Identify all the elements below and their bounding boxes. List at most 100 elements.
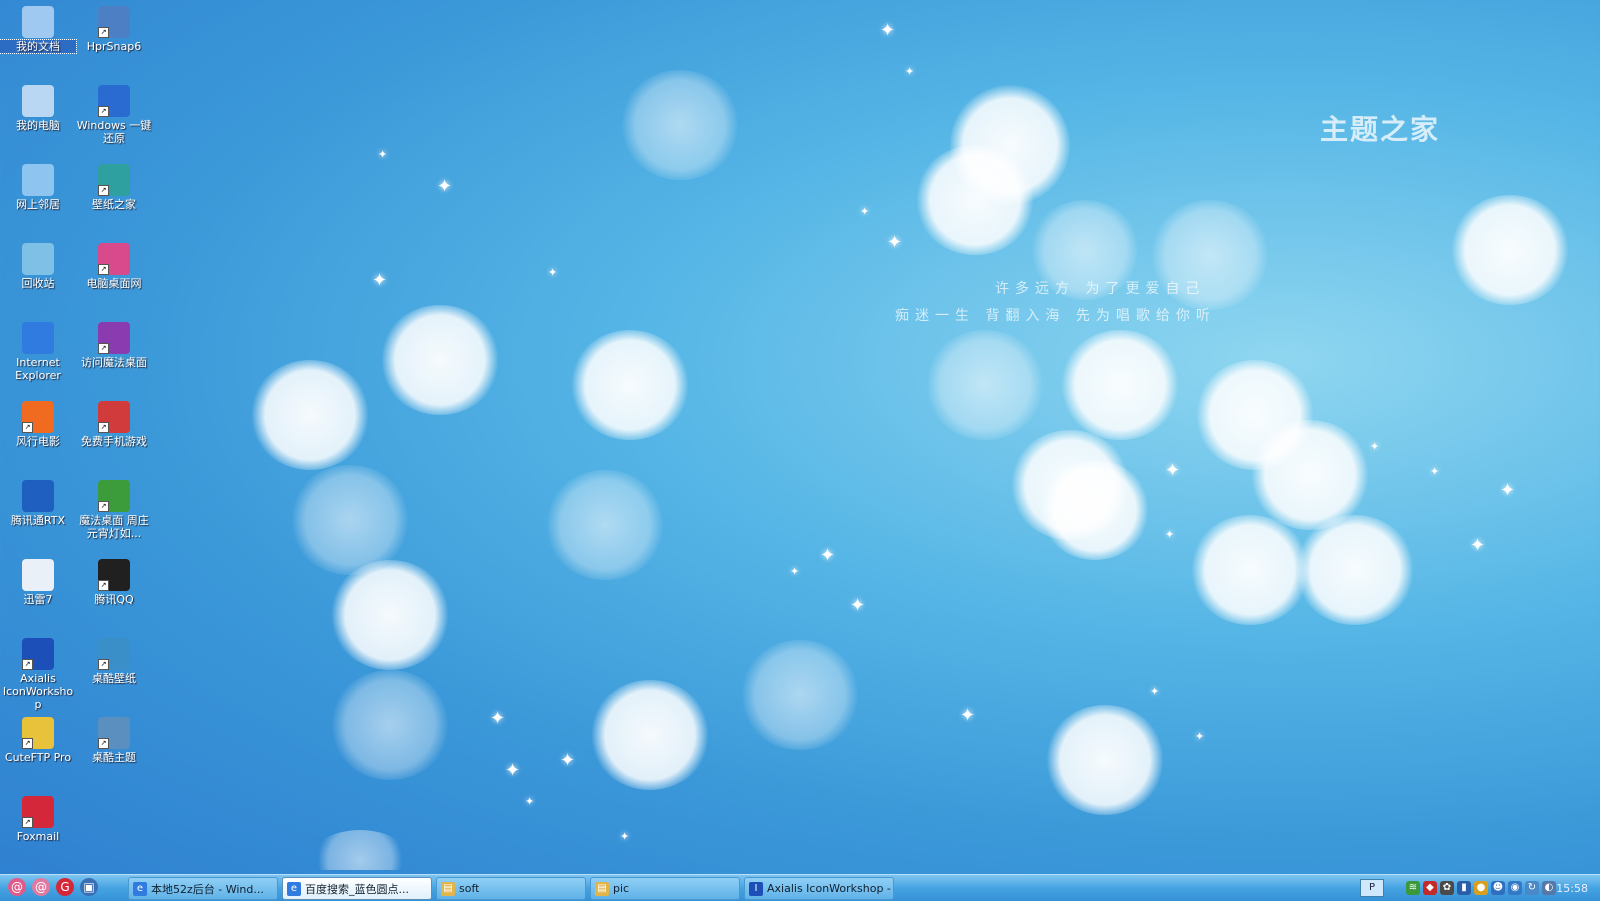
tray-qq-icon[interactable]: ● [1474,881,1488,895]
rtx-icon [22,480,54,512]
tray-shield-icon[interactable]: ◆ [1423,881,1437,895]
taskbar-button-label: 本地52z后台 - Wind... [151,882,264,896]
desktop-icon-label: 腾讯通RTX [10,514,66,527]
quick-launch-foxmail-quick-icon[interactable]: G [56,878,74,896]
taskbar-button[interactable]: ▤ soft [436,877,586,900]
quick-launch-spiral-icon[interactable]: @ [8,878,26,896]
folder-icon: ▤ [441,881,455,896]
tray-network-icon[interactable]: ≋ [1406,881,1420,895]
shortcut-arrow-icon: ↗ [22,659,33,670]
desktop-icon-restore[interactable]: ↗ Windows 一键还原 [76,83,152,145]
desktop-icon-desktop-site[interactable]: ↗ 电脑桌面网 [76,241,152,290]
desktop-icon-foxmail[interactable]: ↗ Foxmail [0,794,76,843]
taskbar-button-label: 百度搜索_蓝色圆点... [305,882,409,896]
tray-clock[interactable]: 15:58 [1556,882,1588,895]
desktop-icon-magic-desktop[interactable]: ↗ 魔法桌面 周庄元宵灯如... [76,478,152,540]
foxmail-icon: ↗ [22,796,54,828]
desktop-icon-thunder[interactable]: 迅雷7 [0,557,76,606]
desktop-icon-magic-hat[interactable]: ↗ 访问魔法桌面 [76,320,152,369]
wallpaper-brand-logo: 主题之家 [1320,113,1441,146]
desktop-icon-recycle-bin[interactable]: 回收站 [0,241,76,290]
desktop-icon-game[interactable]: ↗ 免费手机游戏 [76,399,152,448]
shortcut-arrow-icon: ↗ [98,106,109,117]
desktop-icon-zhuoku-theme[interactable]: ↗ 桌酷主题 [76,715,152,764]
shortcut-arrow-icon: ↗ [98,264,109,275]
taskbar-button[interactable]: e 百度搜索_蓝色圆点... [282,877,432,900]
taskbar-button-label: pic [613,882,630,895]
desktop-icon-label: Internet Explorer [15,356,61,382]
ie-icon [22,322,54,354]
magic-hat-icon: ↗ [98,322,130,354]
shortcut-arrow-icon: ↗ [98,501,109,512]
axialis-icon: I [749,881,763,896]
wallpaper-app-icon: ↗ [98,164,130,196]
desktop-icon-label: 电脑桌面网 [86,277,142,290]
quick-launch-spiral-icon[interactable]: @ [32,878,50,896]
desktop-icon-wallpaper-app[interactable]: ↗ 壁纸之家 [76,162,152,211]
magic-desktop-icon: ↗ [98,480,130,512]
taskbar-button[interactable]: I Axialis IconWorkshop - [744,877,894,900]
restore-icon: ↗ [98,85,130,117]
tray-volume-icon[interactable]: ◐ [1542,881,1556,895]
desktop-icon-label: 回收站 [21,277,55,290]
folder-icon: ▤ [595,881,609,896]
shortcut-arrow-icon: ↗ [98,185,109,196]
desktop-icon-label: 桌酷壁纸 [92,672,136,685]
taskbar-button-label: soft [459,882,480,895]
shortcut-arrow-icon: ↗ [22,422,33,433]
desktop-icon-folder[interactable]: 我的文档 [0,4,77,54]
ie-icon: e [287,881,301,896]
wallpaper-poem-line1: 许多远方 为了更爱自己 [995,281,1206,297]
tray-globe-icon[interactable]: ◉ [1508,881,1522,895]
shortcut-arrow-icon: ↗ [98,659,109,670]
tray-sync-icon[interactable]: ↻ [1525,881,1539,895]
tray-show-desktop-button[interactable]: P [1360,879,1384,897]
shortcut-arrow-icon: ↗ [98,27,109,38]
computer-icon [22,85,54,117]
desktop-icon-label: 壁纸之家 [92,198,136,211]
desktop-icon-label: 免费手机游戏 [81,435,147,448]
taskbar-button[interactable]: e 本地52z后台 - Wind... [128,877,278,900]
movie-icon: ↗ [22,401,54,433]
zhuoku-wallpaper-icon: ↗ [98,638,130,670]
desktop-icon-ie[interactable]: Internet Explorer [0,320,76,382]
ftp-icon: ↗ [22,717,54,749]
desktop-icon-label: 我的电脑 [16,119,60,132]
shortcut-arrow-icon: ↗ [98,580,109,591]
desktop-icon-label: 风行电影 [16,435,60,448]
game-icon: ↗ [98,401,130,433]
desktop-wallpaper: ✦ ✦ ✦ ✦ ✦ ✦ ✦ ✦ ✦ ✦ ✦ ✦ ✦ ✦ ✦ ✦ ✦ ✦ ✦ ✦ … [0,0,1600,870]
system-tray: P ≋ ◆ ✿ ▮ ● ☻ ◉ ↻ ◐ 15:58 [1360,876,1600,900]
desktop-icon-label: 魔法桌面 周庄元宵灯如... [79,514,149,540]
desktop-icon-camera[interactable]: ↗ HprSnap6 [76,4,152,53]
ie-icon: e [133,881,147,896]
shortcut-arrow-icon: ↗ [98,343,109,354]
folder-icon [22,6,54,38]
task-buttons: e 本地52z后台 - Wind... e 百度搜索_蓝色圆点... ▤ soft ▤ pic… [128,877,894,900]
taskbar: @ @ G ▣ e 本地52z后台 - Wind... e 百度搜索_蓝色圆点... ▤ sof… [0,874,1600,901]
taskbar-button-label: Axialis IconWorkshop - [767,882,891,895]
thunder-icon [22,559,54,591]
quick-launch-window-quick-icon[interactable]: ▣ [80,878,98,896]
desktop-icon-label: Windows 一键还原 [76,119,152,145]
tray-user-icon[interactable]: ☻ [1491,881,1505,895]
desktop-icon-qq[interactable]: ↗ 腾讯QQ [76,557,152,606]
desktop-icon-axialis[interactable]: ↗ Axialis IconWorkshop [0,636,76,711]
desktop-icon-network[interactable]: 网上邻居 [0,162,76,211]
shortcut-arrow-icon: ↗ [22,817,33,828]
shortcut-arrow-icon: ↗ [98,738,109,749]
qq-icon: ↗ [98,559,130,591]
desktop-icon-movie[interactable]: ↗ 风行电影 [0,399,76,448]
camera-icon: ↗ [98,6,130,38]
desktop-icon-label: 腾讯QQ [94,593,134,606]
tray-gear-icon[interactable]: ✿ [1440,881,1454,895]
desktop-icon-zhuoku-wallpaper[interactable]: ↗ 桌酷壁纸 [76,636,152,685]
desktop-icon-computer[interactable]: 我的电脑 [0,83,76,132]
desktop-icon-rtx[interactable]: 腾讯通RTX [0,478,76,527]
desktop-icon-label: Foxmail [16,830,60,843]
tray-display-icon[interactable]: ▮ [1457,881,1471,895]
desktop-icon-ftp[interactable]: ↗ CuteFTP Pro [0,715,76,764]
desktop-icon-label: 访问魔法桌面 [81,356,147,369]
desktop-icon-label: 桌酷主题 [92,751,136,764]
taskbar-button[interactable]: ▤ pic [590,877,740,900]
